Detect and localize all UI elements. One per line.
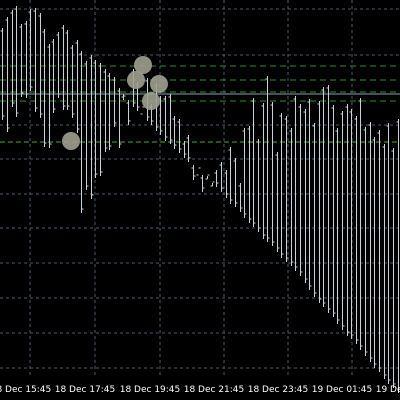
trade-marker <box>142 92 160 110</box>
x-tick-label: 18 Dec 21:45 <box>184 385 245 395</box>
x-tick-label: 18 Dec 17:45 <box>55 385 116 395</box>
x-tick-label: 18 Dec 23:45 <box>248 385 309 395</box>
x-tick-label: 18 Dec 19:45 <box>120 385 181 395</box>
x-tick-label: 19 Dec 03:45 <box>376 385 400 395</box>
price-chart: 18 Dec 15:4518 Dec 17:4518 Dec 19:4518 D… <box>0 0 400 400</box>
x-tick-label: 18 Dec 15:45 <box>0 385 51 395</box>
x-tick-label: 19 Dec 01:45 <box>312 385 373 395</box>
trade-marker <box>127 71 145 89</box>
trade-marker <box>150 75 168 93</box>
x-axis-labels: 18 Dec 15:4518 Dec 17:4518 Dec 19:4518 D… <box>0 385 400 395</box>
chart-background <box>0 0 400 400</box>
trade-marker <box>62 132 80 150</box>
